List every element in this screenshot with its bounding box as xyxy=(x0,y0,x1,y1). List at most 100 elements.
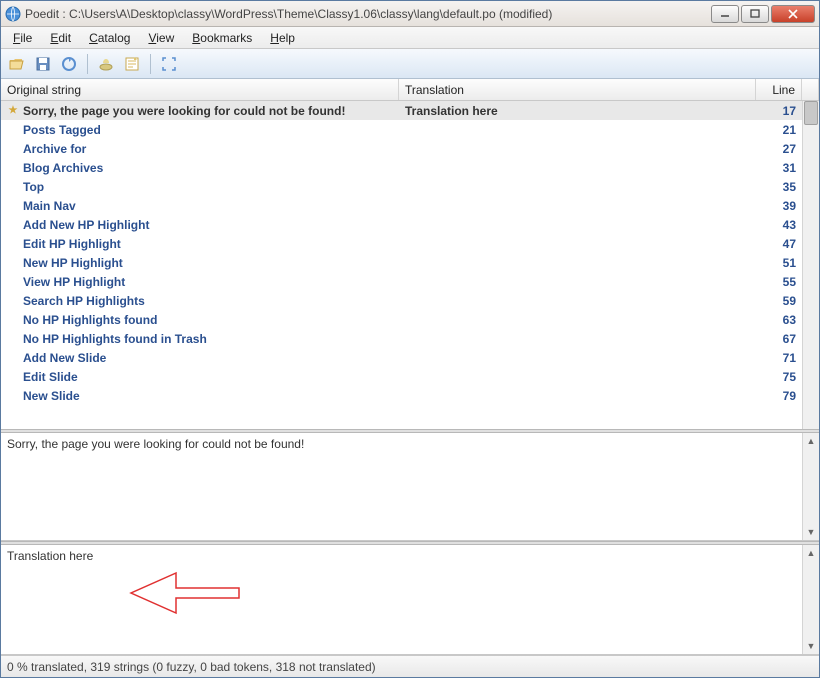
menu-view[interactable]: View xyxy=(140,29,182,47)
star-spacer xyxy=(7,238,19,250)
star-spacer xyxy=(7,219,19,231)
table-row[interactable]: Top 35 xyxy=(1,177,802,196)
star-spacer xyxy=(7,162,19,174)
cell-original: Main Nav xyxy=(1,199,399,213)
open-button[interactable] xyxy=(5,52,29,76)
menu-catalog[interactable]: Catalog xyxy=(81,29,138,47)
table-row[interactable]: Blog Archives31 xyxy=(1,158,802,177)
toolbar-separator xyxy=(87,54,88,74)
column-original[interactable]: Original string xyxy=(1,79,399,100)
cell-line: 17 xyxy=(756,104,802,118)
toolbar xyxy=(1,49,819,79)
cell-original: Add New Slide xyxy=(1,351,399,365)
cell-original: Archive for xyxy=(1,142,399,156)
cell-original: Top xyxy=(1,180,399,194)
table-row[interactable]: New Slide79 xyxy=(1,386,802,405)
cell-original: No HP Highlights found in Trash xyxy=(1,332,399,346)
window-controls xyxy=(711,5,815,23)
cell-original: Edit Slide xyxy=(1,370,399,384)
column-scroll-spacer xyxy=(802,79,819,100)
table-row[interactable]: ★Sorry, the page you were looking for co… xyxy=(1,101,802,120)
cell-original: Search HP Highlights xyxy=(1,294,399,308)
menubar: FileEditCatalogViewBookmarksHelp xyxy=(1,27,819,49)
table-row[interactable]: Archive for 27 xyxy=(1,139,802,158)
cell-line: 63 xyxy=(756,313,802,327)
table-row[interactable]: No HP Highlights found in Trash 67 xyxy=(1,329,802,348)
cell-original: Blog Archives xyxy=(1,161,399,175)
menu-edit[interactable]: Edit xyxy=(42,29,79,47)
window-title: Poedit : C:\Users\A\Desktop\classy\WordP… xyxy=(25,7,711,21)
star-spacer xyxy=(7,143,19,155)
table-row[interactable]: New HP Highlight51 xyxy=(1,253,802,272)
cell-original: Add New HP Highlight xyxy=(1,218,399,232)
star-spacer xyxy=(7,333,19,345)
table-row[interactable]: Add New HP Highlight 43 xyxy=(1,215,802,234)
cell-line: 43 xyxy=(756,218,802,232)
star-spacer xyxy=(7,276,19,288)
cell-line: 75 xyxy=(756,370,802,384)
maximize-button[interactable] xyxy=(741,5,769,23)
table-row[interactable]: Edit HP Highlight 47 xyxy=(1,234,802,253)
translation-input[interactable] xyxy=(1,545,802,654)
cell-original: Edit HP Highlight xyxy=(1,237,399,251)
table-row[interactable]: Posts Tagged 21 xyxy=(1,120,802,139)
minimize-button[interactable] xyxy=(711,5,739,23)
target-pane: ▲▼ xyxy=(1,545,819,655)
cell-original: View HP Highlight xyxy=(1,275,399,289)
table-row[interactable]: View HP Highlight 55 xyxy=(1,272,802,291)
star-spacer xyxy=(7,371,19,383)
star-spacer xyxy=(7,181,19,193)
star-spacer xyxy=(7,314,19,326)
titlebar[interactable]: Poedit : C:\Users\A\Desktop\classy\WordP… xyxy=(1,1,819,27)
target-scrollbar[interactable]: ▲▼ xyxy=(802,545,819,654)
validate-button[interactable] xyxy=(94,52,118,76)
column-line[interactable]: Line xyxy=(756,79,802,100)
cell-line: 67 xyxy=(756,332,802,346)
toolbar-separator xyxy=(150,54,151,74)
cell-original: New Slide xyxy=(1,389,399,403)
cell-line: 27 xyxy=(756,142,802,156)
scroll-up-icon[interactable]: ▲ xyxy=(803,545,819,561)
cell-line: 39 xyxy=(756,199,802,213)
scroll-down-icon[interactable]: ▼ xyxy=(803,638,819,654)
table-row[interactable]: Edit Slide 75 xyxy=(1,367,802,386)
table-row[interactable]: Main Nav 39 xyxy=(1,196,802,215)
star-spacer xyxy=(7,257,19,269)
table-row[interactable]: No HP Highlights found63 xyxy=(1,310,802,329)
cell-original: ★Sorry, the page you were looking for co… xyxy=(1,104,399,118)
list-header: Original string Translation Line xyxy=(1,79,819,101)
scrollbar-thumb[interactable] xyxy=(804,101,818,125)
list-body: ★Sorry, the page you were looking for co… xyxy=(1,101,819,429)
star-spacer xyxy=(7,352,19,364)
menu-bookmarks[interactable]: Bookmarks xyxy=(184,29,260,47)
update-button[interactable] xyxy=(57,52,81,76)
cell-line: 55 xyxy=(756,275,802,289)
scroll-down-icon[interactable]: ▼ xyxy=(803,524,819,540)
column-translation[interactable]: Translation xyxy=(399,79,756,100)
cell-line: 47 xyxy=(756,237,802,251)
cell-line: 59 xyxy=(756,294,802,308)
cell-original: Posts Tagged xyxy=(1,123,399,137)
comment-button[interactable] xyxy=(120,52,144,76)
star-icon: ★ xyxy=(7,105,19,117)
close-button[interactable] xyxy=(771,5,815,23)
source-text xyxy=(1,433,802,540)
vertical-scrollbar[interactable] xyxy=(802,101,819,429)
scroll-up-icon[interactable]: ▲ xyxy=(803,433,819,449)
source-scrollbar[interactable]: ▲▼ xyxy=(802,433,819,540)
menu-help[interactable]: Help xyxy=(262,29,303,47)
table-row[interactable]: Search HP Highlights 59 xyxy=(1,291,802,310)
cell-original: New HP Highlight xyxy=(1,256,399,270)
cell-line: 21 xyxy=(756,123,802,137)
table-row[interactable]: Add New Slide 71 xyxy=(1,348,802,367)
content: Original string Translation Line ★Sorry,… xyxy=(1,79,819,655)
cell-line: 35 xyxy=(756,180,802,194)
cell-line: 71 xyxy=(756,351,802,365)
rows-container: ★Sorry, the page you were looking for co… xyxy=(1,101,802,429)
statusbar: 0 % translated, 319 strings (0 fuzzy, 0 … xyxy=(1,655,819,677)
menu-file[interactable]: File xyxy=(5,29,40,47)
source-pane: ▲▼ xyxy=(1,433,819,541)
fullscreen-button[interactable] xyxy=(157,52,181,76)
star-spacer xyxy=(7,124,19,136)
save-button[interactable] xyxy=(31,52,55,76)
